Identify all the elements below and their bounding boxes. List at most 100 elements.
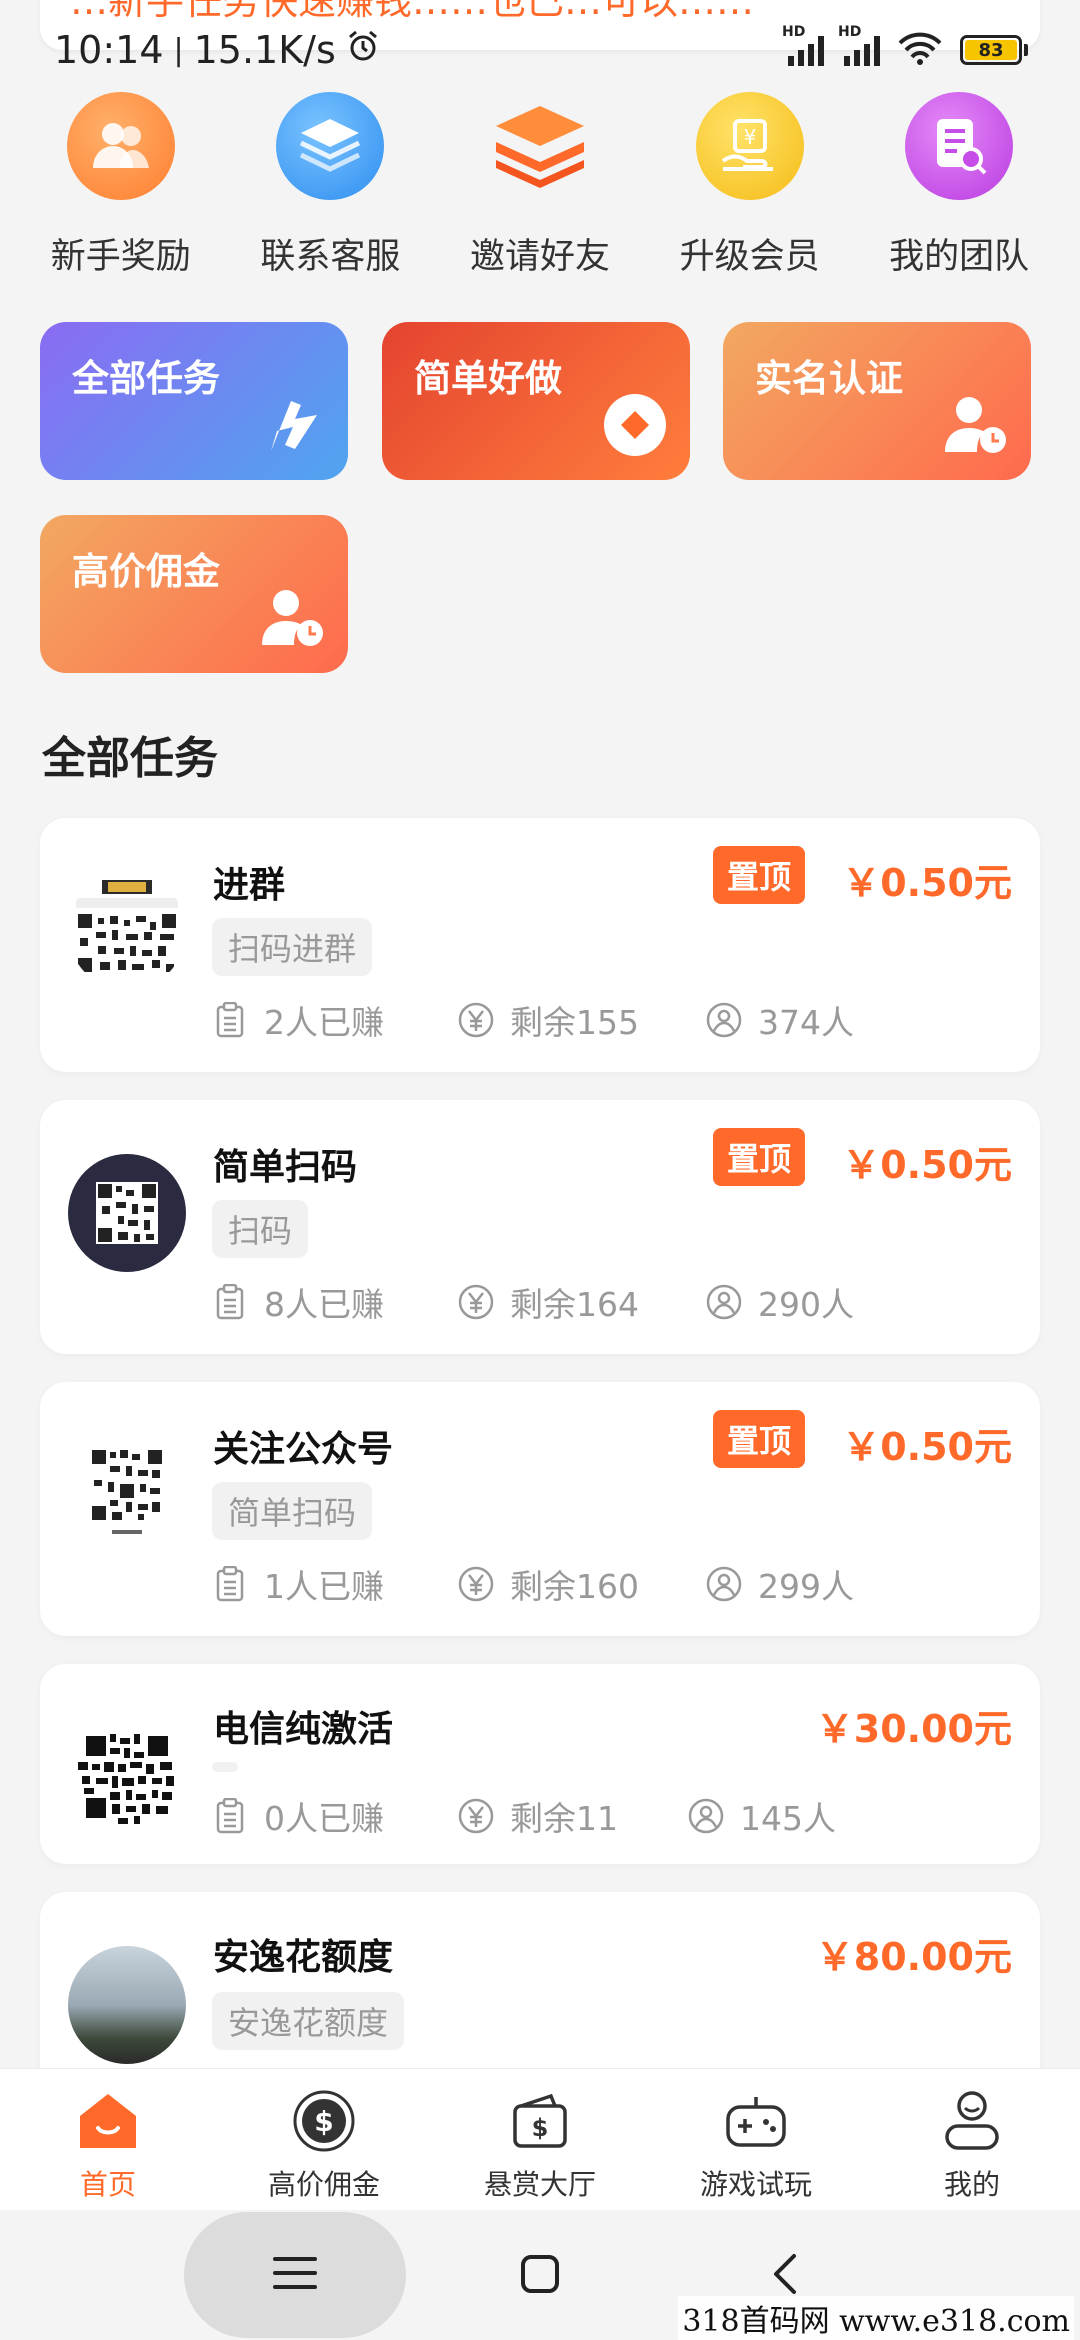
remaining-count: 剩余160: [510, 1567, 639, 1606]
task-price: ￥0.50元: [842, 1143, 1012, 1187]
task-qr-thumbnail: [68, 1436, 186, 1554]
quick-label-invite-friends: 邀请好友: [469, 237, 610, 277]
home-icon: [76, 2089, 140, 2153]
signal-icon-2: HD: [838, 24, 880, 66]
task-price: ￥80.00元: [815, 1935, 1012, 1979]
task-tag: [212, 1762, 238, 1772]
nav-label-game-trial: 游戏试玩: [699, 2168, 812, 2201]
user-circle-icon: [688, 1798, 724, 1834]
earned-count: 0人已赚: [264, 1799, 384, 1838]
hamburger-icon: [273, 2255, 317, 2295]
user-circle-icon: [706, 1284, 742, 1320]
task-price: ￥0.50元: [842, 1425, 1012, 1469]
signal-icon: HD: [782, 24, 824, 66]
svg-text:¥: ¥: [743, 125, 756, 149]
quick-item-my-team[interactable]: 我的团队: [864, 92, 1054, 279]
quick-item-newbie-reward[interactable]: 新手奖励: [26, 92, 216, 279]
people-count: 145人: [740, 1799, 836, 1838]
task-card[interactable]: 简单扫码 置顶 ￥0.50元 扫码 8人已赚 剩余164 290人: [40, 1100, 1040, 1354]
task-stats: 1人已赚 剩余160 299人: [212, 1560, 854, 1608]
people-count: 290人: [758, 1285, 854, 1324]
quick-label-upgrade-vip: 升级会员: [679, 237, 820, 277]
menu-button[interactable]: [184, 2212, 406, 2338]
yen-circle-icon: [458, 1798, 494, 1834]
nav-home[interactable]: 首页: [8, 2089, 208, 2203]
app-page: …新手任务快速赚钱……也已…可以…… 10:14 | 15.1K/s HD HD: [0, 0, 1080, 2340]
nav-label-high-commission: 高价佣金: [267, 2168, 380, 2201]
stack-icon: [486, 92, 594, 200]
category-real-name[interactable]: 实名认证: [723, 322, 1031, 480]
wifi-icon: [898, 31, 942, 69]
vip-hand-icon: ¥: [695, 92, 804, 200]
earned-count: 2人已赚: [264, 1003, 384, 1042]
nav-mine[interactable]: 我的: [872, 2089, 1072, 2203]
people-count: 299人: [758, 1567, 854, 1606]
section-title: 全部任务: [42, 733, 218, 784]
nav-reward-hall[interactable]: $ 悬赏大厅: [440, 2089, 640, 2203]
remaining-count: 剩余155: [510, 1003, 639, 1042]
nav-high-commission[interactable]: $ 高价佣金: [224, 2089, 424, 2203]
dollar-coin-icon: $: [292, 2089, 356, 2153]
task-price: ￥30.00元: [815, 1707, 1012, 1751]
user-clock-icon: [941, 390, 1011, 460]
category-all-tasks[interactable]: 全部任务: [40, 322, 348, 480]
doc-search-icon: [905, 92, 1014, 200]
quick-item-upgrade-vip[interactable]: ¥ 升级会员: [655, 92, 845, 279]
nav-label-mine: 我的: [943, 2168, 1000, 2201]
task-qr-thumbnail: [68, 1718, 186, 1836]
people-icon: [66, 92, 175, 200]
nav-game-trial[interactable]: 游戏试玩: [656, 2089, 856, 2203]
status-speed: 15.1K/s: [193, 28, 336, 72]
watermark: 318首码网 www.e318.com: [678, 2296, 1074, 2340]
task-title: 简单扫码: [213, 1147, 358, 1188]
clipboard-icon: [212, 1798, 248, 1834]
home-button[interactable]: [516, 2252, 564, 2300]
pinned-badge: 置顶: [713, 1410, 805, 1468]
remaining-count: 剩余11: [510, 1799, 618, 1838]
task-card[interactable]: 进群 置顶 ￥0.50元 扫码进群 2人已赚 剩余155 374人: [40, 818, 1040, 1072]
task-card[interactable]: 关注公众号 置顶 ￥0.50元 简单扫码 1人已赚 剩余160 299人: [40, 1382, 1040, 1636]
clipboard-icon: [212, 1566, 248, 1602]
quick-label-my-team: 我的团队: [889, 237, 1030, 277]
user-clock-icon: [258, 583, 328, 653]
task-title: 关注公众号: [213, 1429, 394, 1470]
category-easy-tasks[interactable]: 简单好做: [382, 322, 690, 480]
user-circle-icon: [706, 1566, 742, 1602]
back-button[interactable]: [764, 2250, 804, 2302]
system-nav-bar: 318首码网 www.e318.com: [0, 2210, 1080, 2340]
task-tag: 扫码进群: [212, 918, 373, 976]
yen-circle-icon: [458, 1002, 494, 1038]
yen-circle-icon: [458, 1566, 494, 1602]
layers-icon: [276, 92, 385, 200]
task-title: 进群: [213, 865, 286, 906]
quick-label-contact-service: 联系客服: [260, 237, 401, 277]
task-stats: 0人已赚 剩余11 145人: [212, 1792, 836, 1840]
earned-count: 8人已赚: [264, 1285, 384, 1324]
quick-item-contact-service[interactable]: 联系客服: [235, 92, 425, 279]
wallet-dollar-icon: $: [508, 2089, 572, 2153]
task-tag: 安逸花额度: [212, 1992, 405, 2050]
earned-count: 1人已赚: [264, 1567, 384, 1606]
yen-circle-icon: [458, 1284, 494, 1320]
nav-label-reward-hall: 悬赏大厅: [483, 2168, 596, 2201]
pinned-badge: 置顶: [713, 846, 805, 904]
quick-label-newbie-reward: 新手奖励: [50, 237, 191, 277]
status-bar: 10:14 | 15.1K/s HD HD 83: [0, 20, 1080, 80]
square-icon: [520, 2254, 560, 2298]
task-qr-thumbnail: [68, 1154, 186, 1272]
task-price: ￥0.50元: [842, 861, 1012, 905]
clipboard-icon: [212, 1002, 248, 1038]
task-qr-thumbnail: [68, 872, 186, 990]
task-card[interactable]: 电信纯激活 ￥30.00元 0人已赚 剩余11 145人: [40, 1664, 1040, 1864]
quick-menu: 新手奖励 联系客服 邀请好友 ¥ 升级会员 我的团队: [0, 92, 1080, 279]
battery-icon: 83: [960, 35, 1028, 65]
people-count: 374人: [758, 1003, 854, 1042]
category-high-commission[interactable]: 高价佣金: [40, 515, 348, 673]
task-tag: 简单扫码: [212, 1482, 373, 1540]
status-time: 10:14: [54, 28, 164, 72]
chevron-left-icon: [770, 2252, 798, 2300]
clipboard-icon: [212, 1284, 248, 1320]
task-stats: 8人已赚 剩余164 290人: [212, 1278, 854, 1326]
remaining-count: 剩余164: [510, 1285, 639, 1324]
quick-item-invite-friends[interactable]: 邀请好友: [445, 92, 635, 279]
